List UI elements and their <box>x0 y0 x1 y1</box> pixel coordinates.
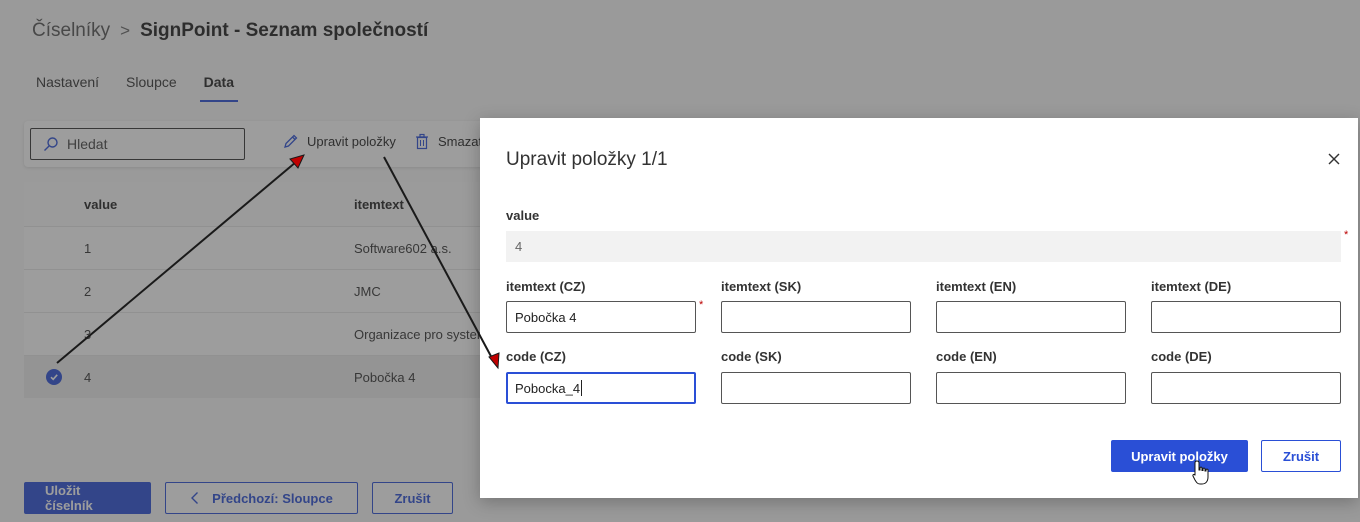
code-de-label: code (DE) <box>1151 349 1212 364</box>
code-en-field[interactable] <box>936 372 1126 404</box>
itemtext-cz-label: itemtext (CZ) <box>506 279 586 294</box>
required-asterisk: * <box>1344 229 1349 241</box>
itemtext-de-field[interactable] <box>1151 301 1341 333</box>
itemtext-en-field[interactable] <box>936 301 1126 333</box>
code-cz-field[interactable]: Pobocka_4 <box>506 372 696 404</box>
code-sk-label: code (SK) <box>721 349 782 364</box>
itemtext-cz-field[interactable]: Pobočka 4 <box>506 301 696 333</box>
itemtext-sk-label: itemtext (SK) <box>721 279 802 294</box>
edit-items-dialog: Upravit položky 1/1 value 4 * itemtext (… <box>480 118 1358 498</box>
dialog-title: Upravit položky 1/1 <box>506 149 668 170</box>
code-cz-label: code (CZ) <box>506 349 566 364</box>
text-caret <box>581 380 583 396</box>
value-label: value <box>506 208 540 223</box>
itemtext-de-label: itemtext (DE) <box>1151 279 1232 294</box>
code-sk-field[interactable] <box>721 372 911 404</box>
code-en-label: code (EN) <box>936 349 997 364</box>
itemtext-en-label: itemtext (EN) <box>936 279 1017 294</box>
itemtext-sk-field[interactable] <box>721 301 911 333</box>
value-field-readonly: 4 <box>506 231 1341 262</box>
code-cz-value: Pobocka_4 <box>515 380 581 396</box>
code-de-field[interactable] <box>1151 372 1341 404</box>
required-asterisk: * <box>699 299 704 311</box>
dialog-cancel-button[interactable]: Zrušit <box>1261 440 1341 472</box>
close-icon[interactable] <box>1326 151 1342 167</box>
submit-edit-button[interactable]: Upravit položky <box>1111 440 1248 472</box>
